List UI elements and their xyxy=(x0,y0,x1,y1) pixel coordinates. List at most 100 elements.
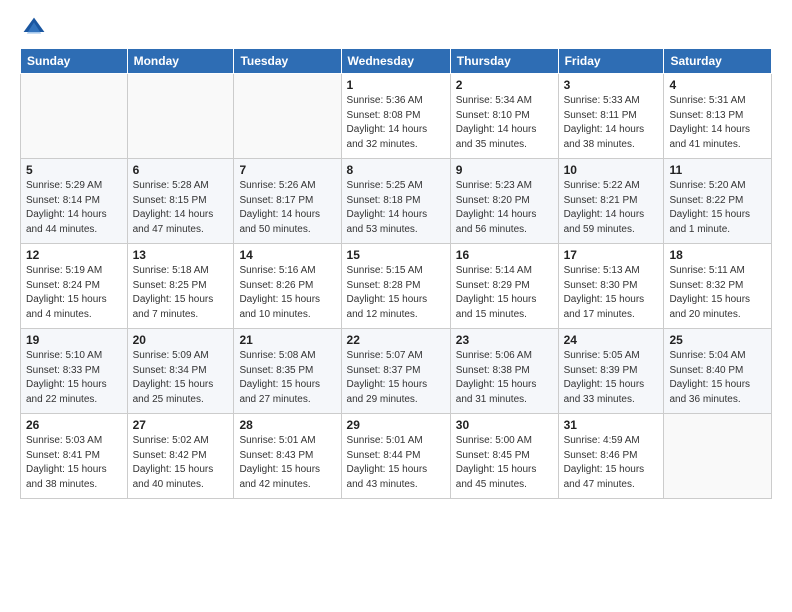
day-cell: 5 Sunrise: 5:29 AM Sunset: 8:14 PM Daylig… xyxy=(21,159,128,244)
day-number: 8 xyxy=(347,163,445,177)
day-number: 16 xyxy=(456,248,553,262)
day-cell: 2 Sunrise: 5:34 AM Sunset: 8:10 PM Daylig… xyxy=(450,74,558,159)
day-number: 19 xyxy=(26,333,122,347)
day-cell: 27Sunrise: 5:02 AM Sunset: 8:42 PM Dayli… xyxy=(127,414,234,499)
header xyxy=(20,16,772,40)
weekday-header-sunday: Sunday xyxy=(21,49,128,74)
day-cell: 19 Sunrise: 5:10 AM Sunset: 8:33 PM Dayli… xyxy=(21,329,128,414)
day-info: Sunrise: 5:06 AM Sunset: 8:38 PM Dayligh… xyxy=(456,349,553,407)
day-info: Sunrise: 5:07 AM Sunset: 8:37 PM Dayligh… xyxy=(347,349,445,407)
day-info: Sunrise: 5:11 AM Sunset: 8:32 PM Dayligh… xyxy=(669,264,766,322)
day-cell: 30 Sunrise: 5:00 AM Sunset: 8:45 PM Dayli… xyxy=(450,414,558,499)
day-info: Sunrise: 4:59 AM Sunset: 8:46 PM Dayligh… xyxy=(564,434,659,492)
day-number: 29 xyxy=(347,418,445,432)
day-cell: 20 Sunrise: 5:09 AM Sunset: 8:34 PM Dayli… xyxy=(127,329,234,414)
day-number: 12 xyxy=(26,248,122,262)
day-info: Sunrise: 5:29 AM Sunset: 8:14 PM Dayligh… xyxy=(26,179,122,237)
day-info: Sunrise: 5:01 AM Sunset: 8:43 PM Dayligh… xyxy=(239,434,335,492)
day-number: 7 xyxy=(239,163,335,177)
day-info: Sunrise: 5:13 AM Sunset: 8:30 PM Dayligh… xyxy=(564,264,659,322)
day-cell xyxy=(234,74,341,159)
day-info: Sunrise: 5:05 AM Sunset: 8:39 PM Dayligh… xyxy=(564,349,659,407)
day-cell: 26 Sunrise: 5:03 AM Sunset: 8:41 PM Dayli… xyxy=(21,414,128,499)
day-number: 9 xyxy=(456,163,553,177)
day-number: 26 xyxy=(26,418,122,432)
day-number: 15 xyxy=(347,248,445,262)
day-number: 17 xyxy=(564,248,659,262)
day-cell: 18 Sunrise: 5:11 AM Sunset: 8:32 PM Dayli… xyxy=(664,244,772,329)
day-cell: 11 Sunrise: 5:20 AM Sunset: 8:22 PM Dayli… xyxy=(664,159,772,244)
day-number: 10 xyxy=(564,163,659,177)
day-cell: 23 Sunrise: 5:06 AM Sunset: 8:38 PM Dayli… xyxy=(450,329,558,414)
day-info: Sunrise: 5:08 AM Sunset: 8:35 PM Dayligh… xyxy=(239,349,335,407)
day-info: Sunrise: 5:22 AM Sunset: 8:21 PM Dayligh… xyxy=(564,179,659,237)
day-info: Sunrise: 5:36 AM Sunset: 8:08 PM Dayligh… xyxy=(347,94,445,152)
weekday-header-monday: Monday xyxy=(127,49,234,74)
day-number: 2 xyxy=(456,78,553,92)
day-cell: 8Sunrise: 5:25 AM Sunset: 8:18 PM Daylig… xyxy=(341,159,450,244)
day-info: Sunrise: 5:18 AM Sunset: 8:25 PM Dayligh… xyxy=(133,264,229,322)
calendar: SundayMondayTuesdayWednesdayThursdayFrid… xyxy=(20,48,772,499)
day-number: 22 xyxy=(347,333,445,347)
day-number: 27 xyxy=(133,418,229,432)
day-cell: 10 Sunrise: 5:22 AM Sunset: 8:21 PM Dayli… xyxy=(558,159,664,244)
day-cell: 22 Sunrise: 5:07 AM Sunset: 8:37 PM Dayli… xyxy=(341,329,450,414)
day-number: 4 xyxy=(669,78,766,92)
day-number: 25 xyxy=(669,333,766,347)
day-cell: 4 Sunrise: 5:31 AM Sunset: 8:13 PM Daylig… xyxy=(664,74,772,159)
week-row-5: 26 Sunrise: 5:03 AM Sunset: 8:41 PM Dayli… xyxy=(21,414,772,499)
day-info: Sunrise: 5:28 AM Sunset: 8:15 PM Dayligh… xyxy=(133,179,229,237)
day-number: 11 xyxy=(669,163,766,177)
day-info: Sunrise: 5:23 AM Sunset: 8:20 PM Dayligh… xyxy=(456,179,553,237)
weekday-header-row: SundayMondayTuesdayWednesdayThursdayFrid… xyxy=(21,49,772,74)
day-info: Sunrise: 5:14 AM Sunset: 8:29 PM Dayligh… xyxy=(456,264,553,322)
day-cell: 24 Sunrise: 5:05 AM Sunset: 8:39 PM Dayli… xyxy=(558,329,664,414)
day-info: Sunrise: 5:20 AM Sunset: 8:22 PM Dayligh… xyxy=(669,179,766,237)
day-cell xyxy=(127,74,234,159)
weekday-header-tuesday: Tuesday xyxy=(234,49,341,74)
day-number: 21 xyxy=(239,333,335,347)
day-info: Sunrise: 5:09 AM Sunset: 8:34 PM Dayligh… xyxy=(133,349,229,407)
day-cell: 6 Sunrise: 5:28 AM Sunset: 8:15 PM Daylig… xyxy=(127,159,234,244)
day-info: Sunrise: 5:03 AM Sunset: 8:41 PM Dayligh… xyxy=(26,434,122,492)
week-row-3: 12 Sunrise: 5:19 AM Sunset: 8:24 PM Dayli… xyxy=(21,244,772,329)
day-number: 5 xyxy=(26,163,122,177)
logo-icon xyxy=(22,16,46,40)
weekday-header-saturday: Saturday xyxy=(664,49,772,74)
day-info: Sunrise: 5:33 AM Sunset: 8:11 PM Dayligh… xyxy=(564,94,659,152)
day-info: Sunrise: 5:16 AM Sunset: 8:26 PM Dayligh… xyxy=(239,264,335,322)
day-number: 6 xyxy=(133,163,229,177)
day-cell: 17 Sunrise: 5:13 AM Sunset: 8:30 PM Dayli… xyxy=(558,244,664,329)
day-info: Sunrise: 5:31 AM Sunset: 8:13 PM Dayligh… xyxy=(669,94,766,152)
day-info: Sunrise: 5:00 AM Sunset: 8:45 PM Dayligh… xyxy=(456,434,553,492)
day-info: Sunrise: 5:26 AM Sunset: 8:17 PM Dayligh… xyxy=(239,179,335,237)
page: SundayMondayTuesdayWednesdayThursdayFrid… xyxy=(0,0,792,509)
day-cell xyxy=(664,414,772,499)
day-info: Sunrise: 5:34 AM Sunset: 8:10 PM Dayligh… xyxy=(456,94,553,152)
weekday-header-wednesday: Wednesday xyxy=(341,49,450,74)
day-info: Sunrise: 5:15 AM Sunset: 8:28 PM Dayligh… xyxy=(347,264,445,322)
day-info: Sunrise: 5:10 AM Sunset: 8:33 PM Dayligh… xyxy=(26,349,122,407)
day-number: 23 xyxy=(456,333,553,347)
day-cell: 28Sunrise: 5:01 AM Sunset: 8:43 PM Dayli… xyxy=(234,414,341,499)
week-row-4: 19 Sunrise: 5:10 AM Sunset: 8:33 PM Dayli… xyxy=(21,329,772,414)
week-row-1: 1 Sunrise: 5:36 AM Sunset: 8:08 PM Daylig… xyxy=(21,74,772,159)
day-number: 31 xyxy=(564,418,659,432)
day-number: 24 xyxy=(564,333,659,347)
day-info: Sunrise: 5:19 AM Sunset: 8:24 PM Dayligh… xyxy=(26,264,122,322)
day-cell xyxy=(21,74,128,159)
day-cell: 25Sunrise: 5:04 AM Sunset: 8:40 PM Dayli… xyxy=(664,329,772,414)
weekday-header-thursday: Thursday xyxy=(450,49,558,74)
day-cell: 3Sunrise: 5:33 AM Sunset: 8:11 PM Daylig… xyxy=(558,74,664,159)
day-number: 18 xyxy=(669,248,766,262)
day-number: 1 xyxy=(347,78,445,92)
day-cell: 13 Sunrise: 5:18 AM Sunset: 8:25 PM Dayli… xyxy=(127,244,234,329)
day-number: 14 xyxy=(239,248,335,262)
day-cell: 16 Sunrise: 5:14 AM Sunset: 8:29 PM Dayli… xyxy=(450,244,558,329)
weekday-header-friday: Friday xyxy=(558,49,664,74)
day-number: 30 xyxy=(456,418,553,432)
day-cell: 9 Sunrise: 5:23 AM Sunset: 8:20 PM Daylig… xyxy=(450,159,558,244)
day-number: 13 xyxy=(133,248,229,262)
day-info: Sunrise: 5:01 AM Sunset: 8:44 PM Dayligh… xyxy=(347,434,445,492)
day-number: 20 xyxy=(133,333,229,347)
